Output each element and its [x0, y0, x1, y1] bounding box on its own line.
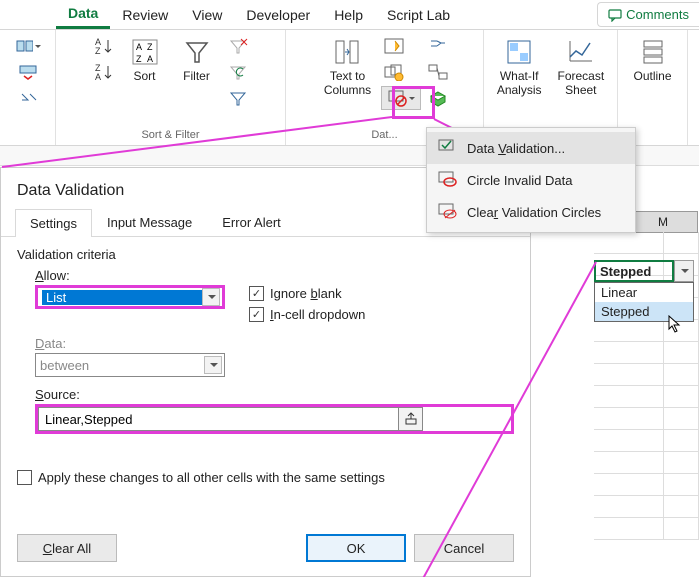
ribbon-tab-view[interactable]: View [180, 2, 234, 28]
source-input[interactable] [39, 408, 398, 430]
filter-button[interactable]: Filter [173, 34, 221, 86]
circle-invalid-icon [437, 170, 457, 188]
consolidate-icon[interactable] [425, 34, 451, 58]
clear-circles-icon [437, 202, 457, 220]
sort-desc-icon[interactable]: ZA [91, 60, 117, 84]
svg-text:A: A [147, 54, 153, 64]
relationships-icon[interactable] [425, 60, 451, 84]
svg-text:A: A [136, 42, 142, 52]
clear-filter-icon[interactable] [225, 34, 251, 58]
data-label: Data: [35, 336, 514, 351]
comment-icon [608, 8, 622, 22]
chevron-down-icon [202, 288, 220, 306]
list-item[interactable]: Linear [595, 283, 693, 302]
ignore-blank-checkbox[interactable]: ✓Ignore blank [249, 286, 365, 301]
data-select: between [35, 353, 225, 377]
flash-fill-icon[interactable] [381, 34, 407, 58]
svg-text:Z: Z [136, 54, 142, 64]
reapply-filter-icon[interactable] [225, 60, 251, 84]
svg-text:Z: Z [147, 42, 153, 52]
column-header-m[interactable]: M [628, 211, 698, 233]
ribbon-tab-developer[interactable]: Developer [234, 2, 322, 28]
tab-input-message[interactable]: Input Message [92, 208, 207, 236]
comments-button[interactable]: Comments [597, 2, 699, 27]
cancel-button[interactable]: Cancel [414, 534, 514, 562]
apply-all-checkbox[interactable]: Apply these changes to all other cells w… [17, 470, 514, 485]
group-label-datatools: Dat... [371, 129, 397, 143]
source-label: Source: [35, 387, 514, 402]
cell-dropdown-button[interactable] [674, 260, 694, 282]
svg-text:A: A [95, 72, 101, 82]
forecast-sheet-button[interactable]: Forecast Sheet [552, 34, 611, 100]
comments-label: Comments [626, 7, 689, 22]
allow-label: Allow: [35, 268, 225, 283]
ribbon-misc2-icon[interactable] [15, 60, 41, 84]
callout-box-source [35, 404, 514, 434]
ribbon-misc3-icon[interactable] [15, 86, 41, 110]
chevron-down-icon [204, 356, 222, 374]
ok-button[interactable]: OK [306, 534, 406, 562]
text-to-columns-button[interactable]: Text to Columns [318, 34, 377, 100]
ribbon-tab-scriptlab[interactable]: Script Lab [375, 2, 462, 28]
svg-text:Z: Z [95, 46, 101, 56]
clear-all-button[interactable]: Clear All [17, 534, 117, 562]
menu-item-clear-circles[interactable]: Clear Validation Circles [427, 196, 635, 228]
ribbon-tab-help[interactable]: Help [322, 2, 375, 28]
incell-dropdown-checkbox[interactable]: ✓In-cell dropdown [249, 307, 365, 322]
allow-select[interactable]: List [35, 285, 225, 309]
ribbon-tab-review[interactable]: Review [110, 2, 180, 28]
advanced-filter-icon[interactable] [225, 86, 251, 110]
ribbon-tab-data[interactable]: Data [56, 0, 110, 29]
text-to-columns-label: Text to Columns [324, 70, 371, 98]
tab-error-alert[interactable]: Error Alert [207, 208, 296, 236]
active-cell[interactable]: Stepped [594, 260, 674, 282]
remove-duplicates-icon[interactable] [381, 60, 407, 84]
cursor-icon [668, 315, 682, 333]
tab-settings[interactable]: Settings [15, 209, 92, 237]
range-picker-button[interactable] [398, 408, 422, 430]
group-label-sortfilter: Sort & Filter [141, 129, 199, 143]
menu-item-circle-invalid[interactable]: Circle Invalid Data [427, 164, 635, 196]
outline-button[interactable]: Outline [627, 34, 677, 86]
ribbon-misc-icon[interactable] [15, 34, 41, 58]
menu-item-data-validation[interactable]: Data Validation... [427, 132, 635, 164]
what-if-button[interactable]: What-If Analysis [491, 34, 548, 100]
data-validation-menu: Data Validation... Circle Invalid Data C… [426, 127, 636, 233]
callout-box-ribbon [392, 86, 435, 119]
sort-button[interactable]: AZZA Sort [121, 34, 169, 86]
validation-criteria-label: Validation criteria [17, 247, 514, 262]
sort-asc-icon[interactable]: AZ [91, 34, 117, 58]
ribbon-tabs: Data Review View Developer Help Script L… [0, 0, 699, 30]
data-validation-icon [437, 138, 457, 156]
range-select-icon [404, 412, 418, 426]
